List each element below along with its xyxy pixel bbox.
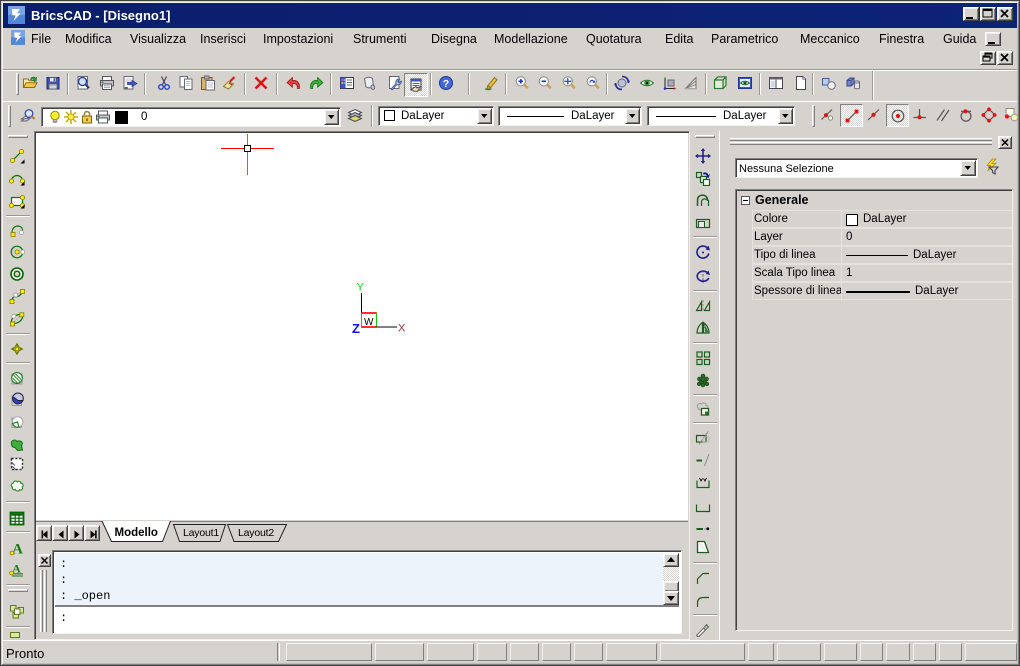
svg-text:Y: Y	[357, 282, 365, 294]
svg-text:Modello: Modello	[115, 527, 158, 539]
svg-text:X: X	[398, 323, 406, 335]
svg-text:Z: Z	[352, 321, 360, 336]
svg-text:W: W	[364, 317, 374, 328]
svg-text:?: ?	[443, 78, 449, 90]
svg-text:Layout1: Layout1	[183, 527, 219, 539]
svg-text:Layout2: Layout2	[238, 527, 274, 539]
